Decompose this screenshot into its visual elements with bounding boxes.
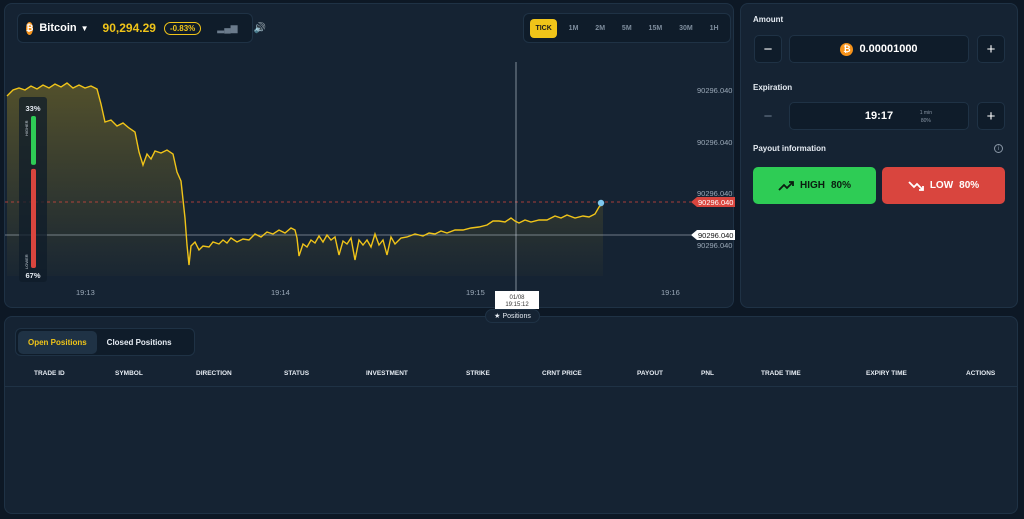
chart-panel: 90296.040 90296.040 90296.040 90296.040 …	[4, 3, 735, 309]
payout-info-label: Payout information	[753, 144, 826, 153]
expiration-label: Expiration	[753, 83, 793, 92]
higher-percent: 33%	[25, 104, 40, 113]
asset-change-badge: -0.83%	[163, 21, 202, 35]
crosshair-date: 01/08	[509, 295, 525, 301]
price-chart[interactable]: 90296.040 90296.040 90296.040 90296.040 …	[5, 4, 735, 309]
price-label: 90296.040	[697, 241, 732, 250]
timeframe-tick[interactable]: TICK	[530, 18, 557, 38]
timeframe-5m[interactable]: 5M	[617, 19, 637, 38]
expiration-increase-button[interactable]: +	[977, 102, 1005, 130]
positions-toggle[interactable]: ★ Positions	[485, 309, 540, 323]
speaker-icon[interactable]: 🔊	[254, 23, 266, 34]
last-price-dot	[597, 199, 605, 207]
price-label: 90296.040	[697, 138, 732, 147]
amount-label: Amount	[753, 15, 784, 24]
amount-input[interactable]: ₿ 0.00001000	[789, 35, 969, 63]
bitcoin-icon: ₿	[26, 21, 34, 35]
timeframe-15m[interactable]: 15M	[644, 19, 668, 38]
amount-decrease-button[interactable]: −	[754, 35, 782, 63]
price-area	[7, 83, 603, 276]
price-label: 90296.040	[697, 86, 732, 95]
lower-gauge-bar	[31, 168, 36, 268]
column-header[interactable]: PNL	[701, 370, 714, 377]
column-header[interactable]: CRNT PRICE	[542, 370, 582, 377]
low-button-percent: 80%	[959, 180, 980, 191]
timeframe-2m[interactable]: 2M	[590, 19, 610, 38]
bitcoin-icon: ₿	[840, 42, 854, 56]
amount-value: 0.00001000	[859, 43, 918, 55]
timeframe-selector: TICK 1M 2M 5M 15M 30M 1H	[523, 13, 731, 43]
column-header[interactable]: INVESTMENT	[366, 370, 408, 377]
higher-label: HIGHER	[24, 120, 29, 136]
asset-selector-bar: ₿ Bitcoin ▼ 90,294.29 -0.83% ▂▄▆ 🔊	[17, 13, 266, 43]
column-header[interactable]: STRIKE	[466, 370, 490, 377]
expiration-input[interactable]: 19:17 1 min 80%	[789, 102, 969, 130]
crosshair-time: 19:15:12	[505, 302, 529, 308]
positions-toggle-label: Positions	[502, 312, 531, 320]
positions-panel: Open Positions Closed Positions TRADE ID…	[4, 316, 1018, 514]
column-header[interactable]: SYMBOL	[115, 370, 143, 377]
tab-open-positions[interactable]: Open Positions	[18, 330, 97, 354]
tab-closed-positions[interactable]: Closed Positions	[97, 331, 182, 354]
price-label: 90296.040	[697, 189, 732, 198]
column-header[interactable]: ACTIONS	[966, 370, 995, 377]
time-label: 19:14	[271, 288, 290, 297]
expiration-payout: 80%	[920, 118, 931, 124]
column-header[interactable]: EXPIRY TIME	[866, 370, 907, 377]
trend-up-icon	[778, 180, 794, 191]
star-icon: ★	[494, 313, 501, 320]
column-header[interactable]: STATUS	[284, 370, 309, 377]
signal-bars-icon[interactable]: ▂▄▆	[217, 23, 237, 34]
low-button-label: LOW	[929, 180, 954, 191]
high-button[interactable]: HIGH 80%	[753, 167, 876, 204]
timeframe-30m[interactable]: 30M	[674, 19, 698, 38]
current-price-badge-text: 90296.040	[698, 198, 733, 207]
amount-increase-button[interactable]: +	[977, 35, 1005, 63]
expiration-value: 19:17	[864, 110, 894, 122]
positions-tabs: Open Positions Closed Positions	[15, 328, 195, 356]
expiration-decrease-button[interactable]: −	[754, 102, 782, 130]
high-button-percent: 80%	[830, 180, 851, 191]
info-icon[interactable]: i	[994, 144, 1003, 153]
high-button-label: HIGH	[799, 180, 825, 191]
lower-label: LOWER	[24, 254, 29, 269]
asset-name[interactable]: Bitcoin	[39, 22, 76, 34]
time-label: 19:16	[661, 288, 680, 297]
higher-gauge-bar	[31, 116, 36, 165]
chevron-down-icon[interactable]: ▼	[81, 24, 89, 33]
positions-table-header: TRADE ID SYMBOL DIRECTION STATUS INVESTM…	[5, 363, 1017, 387]
time-label: 19:13	[76, 288, 95, 297]
lower-percent: 67%	[25, 271, 40, 280]
column-header[interactable]: TRADE ID	[34, 370, 65, 377]
low-button[interactable]: LOW 80%	[882, 167, 1005, 204]
trend-down-icon	[908, 180, 924, 191]
expiration-payout-info: 1 min 80%	[920, 109, 932, 125]
timeframe-1h[interactable]: 1H	[705, 19, 724, 38]
column-header[interactable]: TRADE TIME	[761, 370, 801, 377]
time-label: 19:15	[466, 288, 485, 297]
column-header[interactable]: PAYOUT	[637, 370, 663, 377]
trade-panel: Amount − ₿ 0.00001000 + Expiration − 19:…	[740, 3, 1018, 308]
crosshair-price-badge-text: 90296.040	[698, 231, 733, 240]
column-header[interactable]: DIRECTION	[196, 370, 232, 377]
expiration-duration: 1 min	[919, 110, 932, 116]
timeframe-1m[interactable]: 1M	[564, 19, 584, 38]
asset-price: 90,294.29	[102, 21, 156, 35]
